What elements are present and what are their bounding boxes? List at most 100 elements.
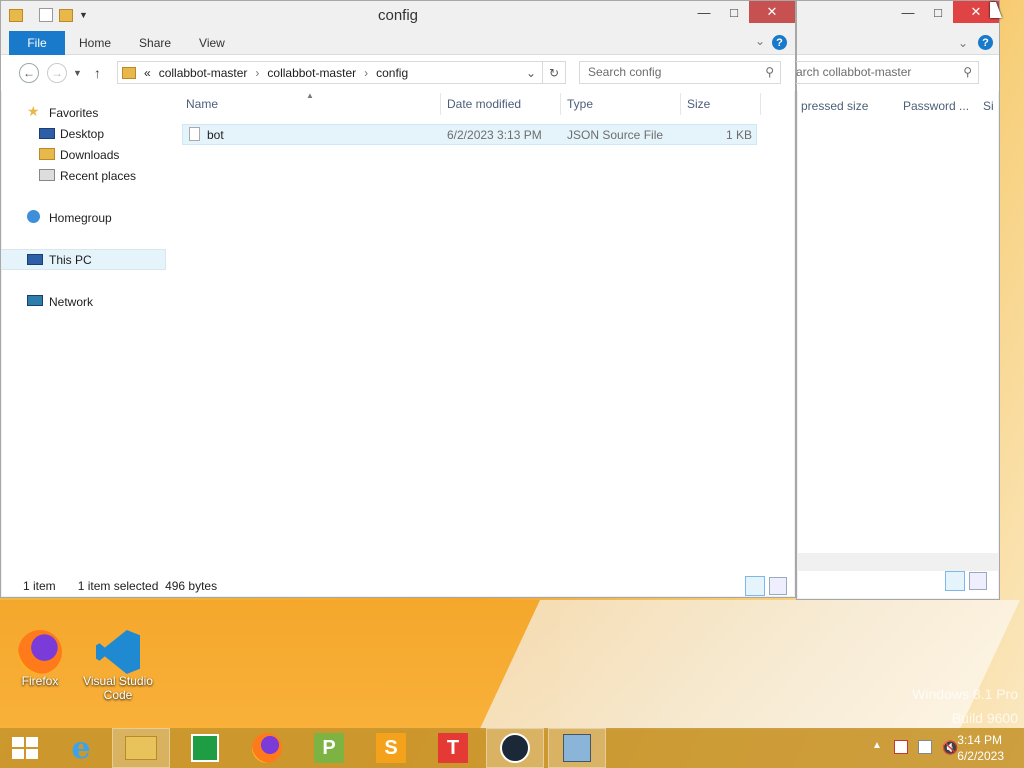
column-header-size[interactable]: Size (687, 97, 710, 111)
breadcrumb-item[interactable]: collabbot-master (159, 66, 248, 80)
taskbar-network-tool[interactable] (548, 728, 606, 768)
taskbar-internet-explorer[interactable]: e (52, 728, 110, 768)
nav-this-pc[interactable]: This PC (1, 249, 166, 270)
back-column-header-1[interactable]: pressed size (801, 99, 868, 113)
taskbar-t-app[interactable]: T (424, 728, 482, 768)
breadcrumb-separator-icon[interactable]: › (364, 66, 368, 80)
ribbon-expand-icon[interactable]: ⌄ (958, 36, 968, 50)
minimize-icon[interactable]: — (893, 1, 923, 23)
large-icons-view-button[interactable] (769, 577, 787, 595)
file-row[interactable]: bot 6/2/2023 3:13 PM JSON Source File 1 … (182, 124, 757, 145)
file-list[interactable]: ▲ Name Date modified Type Size bot 6/2/2… (166, 91, 795, 575)
explorer-window[interactable]: ▼ config — □ ✕ File Home Share View ⌄ ? … (0, 0, 796, 598)
network-status-icon[interactable] (918, 740, 932, 754)
folder-icon (122, 66, 136, 79)
mouse-cursor-icon (990, 2, 1002, 18)
help-icon[interactable]: ? (772, 35, 787, 50)
status-bar: 1 item 1 item selected 496 bytes (1, 575, 795, 597)
back-button[interactable]: ← (19, 63, 39, 83)
breadcrumb-separator-icon[interactable]: › (255, 66, 259, 80)
network-icon (27, 295, 43, 306)
downloads-icon (39, 148, 55, 160)
search-icon: ⚲ (963, 65, 972, 79)
action-center-icon[interactable] (894, 740, 908, 754)
network-tool-icon (563, 734, 591, 762)
column-divider[interactable] (560, 93, 561, 115)
clock-time[interactable]: 3:14 PM (957, 733, 1002, 747)
taskbar-firefox[interactable] (238, 728, 296, 768)
desktop-icon-label: Firefox (21, 674, 59, 688)
forward-button[interactable]: → (47, 63, 67, 83)
maximize-icon[interactable]: □ (719, 1, 749, 23)
nav-label: This PC (49, 252, 92, 267)
project-icon: P (314, 733, 344, 763)
back-column-header-3[interactable]: Si (983, 99, 994, 113)
windows-logo-icon (12, 737, 38, 759)
back-scrollbar[interactable] (797, 553, 999, 571)
close-button[interactable]: ✕ (749, 1, 795, 23)
taskbar-file-explorer[interactable] (112, 728, 170, 768)
navigation-pane[interactable]: ★ Favorites Desktop Downloads Recent pla… (1, 91, 166, 575)
details-view-button[interactable] (745, 576, 765, 596)
clock-date[interactable]: 6/2/2023 (957, 749, 1004, 763)
back-search-input[interactable]: arch collabbot-master ⚲ (793, 61, 979, 84)
nav-network[interactable]: Network (1, 291, 166, 312)
back-explorer-window[interactable]: — □ ✕ ⌄ ? arch collabbot-master ⚲ presse… (793, 0, 1000, 600)
column-divider[interactable] (440, 93, 441, 115)
star-icon: ★ (27, 103, 40, 119)
taskbar-steam[interactable] (486, 728, 544, 768)
recent-locations-icon[interactable]: ▼ (73, 68, 82, 78)
ribbon-tab-view[interactable]: View (185, 31, 239, 55)
ribbon-tab-share[interactable]: Share (125, 31, 185, 55)
taskbar-project[interactable]: P (300, 728, 358, 768)
nav-downloads[interactable]: Downloads (1, 144, 166, 165)
details-view-button[interactable] (945, 571, 965, 591)
breadcrumb-item[interactable]: config (376, 66, 408, 80)
large-icons-view-button[interactable] (969, 572, 987, 590)
steam-icon (500, 733, 530, 763)
show-hidden-icons-icon[interactable]: ▲ (872, 740, 882, 751)
search-placeholder: Search config (588, 65, 662, 79)
desktop-icon-firefox[interactable]: Firefox (0, 630, 80, 688)
nav-recent-places[interactable]: Recent places (1, 165, 166, 186)
store-icon (191, 734, 219, 762)
nav-desktop[interactable]: Desktop (1, 123, 166, 144)
column-header-date[interactable]: Date modified (447, 97, 521, 111)
maximize-icon[interactable]: □ (923, 1, 953, 23)
column-header-type[interactable]: Type (567, 97, 593, 111)
t-app-icon: T (438, 733, 468, 763)
ribbon-tab-file[interactable]: File (9, 30, 65, 55)
column-divider[interactable] (760, 93, 761, 115)
address-dropdown-icon[interactable]: ⌄ (526, 66, 536, 80)
nav-homegroup[interactable]: Homegroup (1, 207, 166, 228)
nav-favorites[interactable]: ★ Favorites (1, 102, 166, 123)
ribbon-expand-icon[interactable]: ⌄ (755, 34, 765, 48)
ribbon-tab-home[interactable]: Home (65, 31, 125, 55)
column-header-name[interactable]: Name (186, 97, 218, 111)
file-name: bot (207, 128, 224, 142)
refresh-button[interactable]: ↻ (543, 61, 566, 84)
up-button[interactable]: ↑ (94, 65, 101, 81)
window-title: config (377, 7, 419, 24)
start-button[interactable] (0, 728, 50, 768)
wallpaper-light (479, 600, 1020, 730)
computer-icon (27, 254, 43, 265)
search-icon: ⚲ (765, 65, 774, 79)
file-explorer-icon (125, 736, 157, 760)
nav-label: Desktop (60, 126, 105, 141)
search-input[interactable]: Search config ⚲ (579, 61, 781, 84)
back-search-placeholder: arch collabbot-master (796, 65, 912, 79)
nav-label: Downloads (60, 147, 120, 162)
back-column-header-2[interactable]: Password ... (903, 99, 969, 113)
volume-muted-icon[interactable]: 🔇 (942, 740, 958, 756)
taskbar-sublime[interactable]: S (362, 728, 420, 768)
help-icon[interactable]: ? (978, 35, 993, 50)
breadcrumb-item[interactable]: collabbot-master (267, 66, 356, 80)
column-divider[interactable] (680, 93, 681, 115)
status-selection: 1 item selected 496 bytes (77, 579, 218, 593)
minimize-icon[interactable]: — (689, 1, 719, 23)
taskbar-store[interactable] (176, 728, 234, 768)
breadcrumb-overflow[interactable]: « (144, 66, 151, 80)
address-bar[interactable]: « collabbot-master › collabbot-master › … (117, 61, 543, 84)
desktop-icon-vscode[interactable]: Visual Studio Code (78, 630, 158, 702)
